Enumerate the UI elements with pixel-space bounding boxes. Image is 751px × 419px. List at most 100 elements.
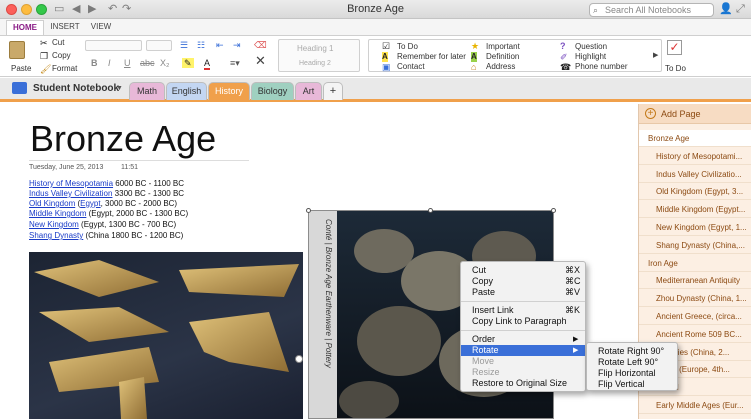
tag-question[interactable]: Question	[575, 42, 607, 51]
tag-phone-number[interactable]: Phone number	[575, 62, 627, 71]
link-history-of-mesopotamia[interactable]: History of Mesopotamia	[29, 179, 113, 188]
resize-handle-left[interactable]	[295, 355, 303, 363]
menu-item-rotate[interactable]: Rotate ▶	[461, 345, 585, 356]
page-title[interactable]: Bronze Age	[30, 118, 216, 160]
submenu-rotate-left[interactable]: Rotate Left 90°	[587, 357, 677, 368]
submenu-flip-vertical[interactable]: Flip Vertical	[587, 379, 677, 390]
search-input[interactable]: ⌕ Search All Notebooks	[589, 3, 714, 17]
fullscreen-icon[interactable]: ⤢	[736, 3, 745, 16]
add-user-icon[interactable]: 👤	[719, 3, 733, 16]
tab-view[interactable]: VIEW	[86, 20, 116, 35]
menu-item-paste[interactable]: Paste ⌘V	[461, 287, 585, 298]
page-list-item[interactable]: Middle Kingdom (Egypt...	[639, 201, 751, 219]
menu-item-copy-link-paragraph[interactable]: Copy Link to Paragraph	[461, 316, 585, 327]
menu-item-insert-link[interactable]: Insert Link ⌘K	[461, 305, 585, 316]
add-page-button[interactable]: + Add Page	[639, 104, 751, 124]
tag-to-do[interactable]: To Do	[397, 42, 418, 51]
menu-item-order[interactable]: Order ▶	[461, 334, 585, 345]
add-section-button[interactable]: +	[323, 82, 343, 100]
copy-button[interactable]: Copy	[52, 51, 71, 60]
submenu-flip-horizontal[interactable]: Flip Horizontal	[587, 368, 677, 379]
tags-more-arrow-icon[interactable]: ▶	[653, 51, 658, 61]
page-list-item[interactable]: Mediterranean Antiquity	[639, 272, 751, 290]
font-name-select[interactable]	[85, 40, 142, 51]
section-tab-art[interactable]: Art	[295, 82, 322, 100]
italic-icon[interactable]: I	[108, 58, 111, 68]
notebook-dropdown-icon[interactable]: ▼	[116, 84, 123, 94]
page-list-item[interactable]: History of Mesopotami...	[639, 148, 751, 165]
content-line[interactable]: New Kingdom (Egypt, 1300 BC - 700 BC)	[29, 220, 176, 229]
page-list-item[interactable]: Iron Age	[639, 255, 751, 272]
tag-important[interactable]: Important	[486, 42, 520, 51]
menu-item-restore-size[interactable]: Restore to Original Size	[461, 378, 585, 389]
tags-gallery[interactable]: ☑ To Do A Remember for later ▣ Contact ★…	[368, 39, 662, 72]
page-list-item[interactable]: Bronze Age	[639, 130, 751, 147]
cut-button[interactable]: Cut	[52, 38, 64, 47]
menu-shortcut: ⌘K	[565, 305, 581, 315]
resize-handle-top-left[interactable]	[306, 208, 311, 213]
page-list-item[interactable]: Indus Valley Civilizatio...	[639, 166, 751, 183]
link-egypt[interactable]: Egypt	[80, 199, 100, 208]
section-tab-english[interactable]: English	[166, 82, 207, 100]
tab-insert[interactable]: INSERT	[48, 20, 82, 35]
outdent-icon[interactable]: ⇤	[216, 40, 224, 50]
bronze-tools-image[interactable]	[29, 252, 303, 419]
heading2-style[interactable]: Heading 2	[299, 60, 331, 67]
link-shang-dynasty[interactable]: Shang Dynasty	[29, 231, 83, 240]
clear-format-icon[interactable]: ⌫	[254, 40, 267, 50]
link-new-kingdom[interactable]: New Kingdom	[29, 220, 79, 229]
content-line[interactable]: History of Mesopotamia 6000 BC - 1100 BC	[29, 179, 184, 188]
bold-icon[interactable]: B	[91, 58, 98, 68]
resize-handle-top-right[interactable]	[551, 208, 556, 213]
page-list-item[interactable]: Early Middle Ages (Eur...	[639, 397, 751, 414]
link-indus-valley[interactable]: Indus Valley Civilization	[29, 189, 112, 198]
page-list-item[interactable]: Zhou Dynasty (China, 1...	[639, 290, 751, 308]
content-line[interactable]: Old Kingdom (Egypt, 3000 BC - 2000 BC)	[29, 199, 177, 208]
link-old-kingdom[interactable]: Old Kingdom	[29, 199, 75, 208]
content-line[interactable]: Indus Valley Civilization 3300 BC - 1300…	[29, 189, 184, 198]
font-color-icon[interactable]: A	[204, 58, 211, 70]
format-painter-button[interactable]: Format	[52, 64, 77, 73]
delete-x-icon[interactable]: ✕	[255, 54, 266, 67]
section-tab-history[interactable]: History	[208, 82, 250, 100]
paste-icon[interactable]	[9, 41, 25, 59]
font-size-select[interactable]	[146, 40, 172, 51]
section-tab-biology[interactable]: Biology	[251, 82, 294, 100]
notebook-icon	[12, 82, 27, 94]
tag-highlight[interactable]: Highlight	[575, 52, 606, 61]
tab-home[interactable]: HOME	[6, 20, 44, 35]
align-icon[interactable]: ≡▾	[230, 58, 240, 68]
page-list-item[interactable]: New Kingdom (Egypt, 1...	[639, 219, 751, 236]
strikethrough-icon[interactable]: abc	[140, 58, 155, 68]
highlight-color-icon[interactable]: ✎	[182, 58, 194, 68]
page-list-item[interactable]: Old Kingdom (Egypt, 3...	[639, 183, 751, 201]
underline-icon[interactable]: U	[124, 58, 131, 68]
page-list-item[interactable]: Shang Dynasty (China,...	[639, 237, 751, 254]
menu-item-cut[interactable]: Cut ⌘X	[461, 265, 585, 276]
todo-tag-button[interactable]: To Do	[665, 64, 686, 73]
styles-gallery[interactable]: Heading 1 Heading 2	[278, 39, 360, 72]
page-list-item[interactable]: Ancient Greece, (circa...	[639, 308, 751, 325]
content-line[interactable]: Shang Dynasty (China 1800 BC - 1200 BC)	[29, 231, 183, 240]
section-tab-math[interactable]: Math	[129, 82, 165, 100]
plus-circle-icon: +	[645, 108, 656, 119]
menu-item-copy[interactable]: Copy ⌘C	[461, 276, 585, 287]
paste-button[interactable]: Paste	[11, 64, 31, 73]
page-list-item[interactable]: Ancient Rome 509 BC...	[639, 326, 751, 343]
line-text: (Egypt, 1300 BC - 700 BC)	[78, 220, 177, 229]
submenu-rotate-right[interactable]: Rotate Right 90°	[587, 346, 677, 357]
heading1-style[interactable]: Heading 1	[297, 44, 333, 53]
bullets-icon[interactable]: ☰	[180, 40, 188, 50]
indent-icon[interactable]: ⇥	[233, 40, 241, 50]
subscript-icon[interactable]: X₂	[160, 58, 170, 68]
tag-contact[interactable]: Contact	[397, 62, 425, 71]
notebook-name[interactable]: Student Notebook	[33, 83, 119, 94]
tag-definition[interactable]: Definition	[486, 52, 519, 61]
tag-address[interactable]: Address	[486, 62, 515, 71]
content-line[interactable]: Middle Kingdom (Egypt, 2000 BC - 1300 BC…	[29, 209, 188, 218]
resize-handle-top[interactable]	[428, 208, 433, 213]
tag-remember[interactable]: Remember for later	[397, 52, 466, 61]
todo-checkbox-icon[interactable]: ✓	[667, 40, 682, 55]
link-middle-kingdom[interactable]: Middle Kingdom	[29, 209, 86, 218]
numbering-icon[interactable]: ☷	[197, 40, 205, 50]
